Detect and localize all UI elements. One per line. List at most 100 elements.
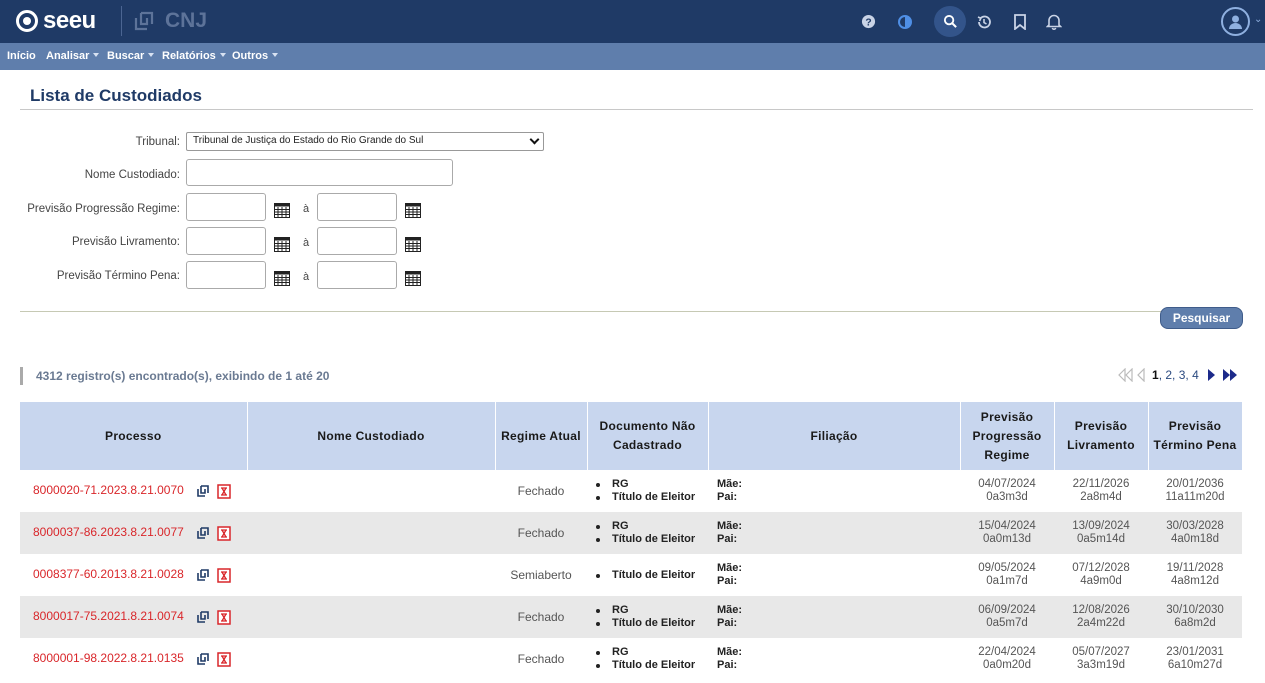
- processo-link[interactable]: 8000037-86.2023.8.21.0077: [33, 525, 184, 539]
- bookmark-button[interactable]: [1004, 6, 1036, 37]
- progressao-duration: 0a0m20d: [983, 659, 1031, 671]
- calendar-icon[interactable]: [405, 203, 421, 218]
- related-process-button[interactable]: [196, 610, 210, 624]
- page-link[interactable]: 4: [1192, 368, 1199, 382]
- col-header-regime[interactable]: Regime Atual: [495, 402, 588, 470]
- related-process-button[interactable]: [196, 652, 210, 666]
- page-link[interactable]: 2: [1165, 368, 1172, 382]
- pdf-button[interactable]: [217, 651, 231, 667]
- nome-custodiado-input[interactable]: [186, 159, 453, 186]
- progressao-date: 04/07/2024: [978, 478, 1036, 490]
- pesquisar-button[interactable]: Pesquisar: [1160, 307, 1243, 329]
- col-header-label: Término Pena: [1153, 438, 1237, 452]
- contrast-toggle[interactable]: [889, 6, 921, 37]
- processo-link[interactable]: 8000017-75.2021.8.21.0074: [33, 609, 184, 623]
- bookmark-icon: [1014, 13, 1026, 30]
- contrast-icon: [898, 14, 912, 29]
- previous-page-icon[interactable]: [1136, 368, 1146, 382]
- col-header-nome[interactable]: Nome Custodiado: [247, 402, 496, 470]
- termino-date: 19/11/2028: [1166, 562, 1224, 574]
- calendar-icon[interactable]: [405, 237, 421, 252]
- progressao-date: 15/04/2024: [978, 520, 1036, 532]
- progressao-start-input[interactable]: [186, 193, 266, 221]
- chevron-down-icon[interactable]: ⌄: [1254, 14, 1262, 25]
- related-process-button[interactable]: [196, 526, 210, 540]
- col-header-label: Processo: [105, 428, 162, 443]
- table-row[interactable]: 0008377-60.2013.8.21.0028 Semiaberto Títul…: [20, 554, 1242, 596]
- termino-start-input[interactable]: [186, 261, 266, 289]
- col-header-termino[interactable]: Previsão Término Pena: [1148, 402, 1243, 470]
- caret-down-icon: [272, 53, 279, 57]
- document-item: RG: [595, 646, 708, 659]
- col-header-progressao[interactable]: Previsão Progressão Regime: [960, 402, 1055, 470]
- brand-name: seeu: [43, 7, 96, 34]
- pdf-icon: [217, 567, 231, 583]
- table-row[interactable]: 8000037-86.2023.8.21.0077 Fechado RG Título…: [20, 512, 1242, 554]
- menu-inicio[interactable]: Início: [7, 50, 36, 62]
- termino-duration: 6a8m2d: [1174, 617, 1216, 629]
- regime-cell: Fechado: [495, 512, 587, 554]
- filiacao-cell: Mãe: Pai:: [708, 554, 960, 596]
- document-item: Título de Eleitor: [595, 491, 708, 504]
- progressao-end-input[interactable]: [317, 193, 397, 221]
- processo-cell: 0008377-60.2013.8.21.0028: [20, 554, 247, 596]
- help-button[interactable]: ?: [852, 6, 884, 37]
- calendar-icon[interactable]: [405, 271, 421, 286]
- menu-outros-label: Outros: [232, 50, 269, 62]
- menu-outros[interactable]: Outros: [232, 50, 279, 62]
- document-item: Título de Eleitor: [595, 659, 708, 672]
- documentos-cell: RG Título de Eleitor: [587, 596, 708, 638]
- processo-cell: 8000001-98.2022.8.21.0135: [20, 638, 247, 680]
- calendar-icon[interactable]: [274, 237, 290, 252]
- menu-buscar[interactable]: Buscar: [107, 50, 155, 62]
- table-row[interactable]: 8000020-71.2023.8.21.0070 Fechado RG Título…: [20, 470, 1242, 512]
- next-page-icon[interactable]: [1206, 368, 1216, 382]
- user-menu[interactable]: [1221, 7, 1250, 36]
- tribunal-select[interactable]: Tribunal de Justiça do Estado do Rio Gra…: [186, 132, 544, 151]
- history-button[interactable]: [968, 6, 1000, 37]
- processo-link[interactable]: 0008377-60.2013.8.21.0028: [33, 567, 184, 581]
- caret-down-icon: [148, 53, 155, 57]
- menu-relatorios[interactable]: Relatórios: [162, 50, 226, 62]
- col-header-filiacao[interactable]: Filiação: [708, 402, 961, 470]
- table-row[interactable]: 8000001-98.2022.8.21.0135 Fechado RG Título…: [20, 638, 1242, 680]
- calendar-icon[interactable]: [274, 203, 290, 218]
- pdf-button[interactable]: [217, 609, 231, 625]
- document-item: RG: [595, 604, 708, 617]
- page-link[interactable]: 3: [1179, 368, 1186, 382]
- related-process-button[interactable]: [196, 568, 210, 582]
- seeu-logo[interactable]: seeu: [16, 8, 96, 34]
- cnj-logo[interactable]: CNJ: [133, 9, 207, 33]
- termino-end-input[interactable]: [317, 261, 397, 289]
- link-icon: [197, 653, 209, 665]
- progressao-date: 06/09/2024: [978, 604, 1036, 616]
- chevron-down-icon: [529, 134, 540, 145]
- col-header-label: Previsão: [1168, 419, 1222, 433]
- processo-link[interactable]: 8000001-98.2022.8.21.0135: [33, 651, 184, 665]
- pdf-button[interactable]: [217, 567, 231, 583]
- processo-link[interactable]: 8000020-71.2023.8.21.0070: [33, 483, 184, 497]
- notifications-button[interactable]: [1038, 6, 1070, 37]
- livramento-end-input[interactable]: [317, 227, 397, 255]
- search-button[interactable]: [934, 6, 966, 37]
- range-separator: à: [303, 237, 310, 249]
- livramento-duration: 0a5m14d: [1077, 533, 1125, 545]
- pdf-button[interactable]: [217, 483, 231, 499]
- table-row[interactable]: 8000017-75.2021.8.21.0074 Fechado RG Título…: [20, 596, 1242, 638]
- menu-relatorios-label: Relatórios: [162, 50, 216, 62]
- menu-analisar[interactable]: Analisar: [46, 50, 100, 62]
- first-page-icon[interactable]: [1118, 368, 1134, 382]
- termino-duration: 4a0m18d: [1171, 533, 1219, 545]
- pai-label: Pai:: [717, 533, 738, 545]
- col-header-documento[interactable]: Documento Não Cadastrado: [587, 402, 709, 470]
- link-icon: [197, 485, 209, 497]
- livramento-start-input[interactable]: [186, 227, 266, 255]
- pdf-button[interactable]: [217, 525, 231, 541]
- col-header-processo[interactable]: Processo: [20, 402, 248, 470]
- livramento-duration: 4a9m0d: [1080, 575, 1122, 587]
- last-page-icon[interactable]: [1222, 368, 1238, 382]
- col-header-label: Livramento: [1067, 438, 1135, 452]
- col-header-livramento[interactable]: Previsão Livramento: [1054, 402, 1149, 470]
- calendar-icon[interactable]: [274, 271, 290, 286]
- related-process-button[interactable]: [196, 484, 210, 498]
